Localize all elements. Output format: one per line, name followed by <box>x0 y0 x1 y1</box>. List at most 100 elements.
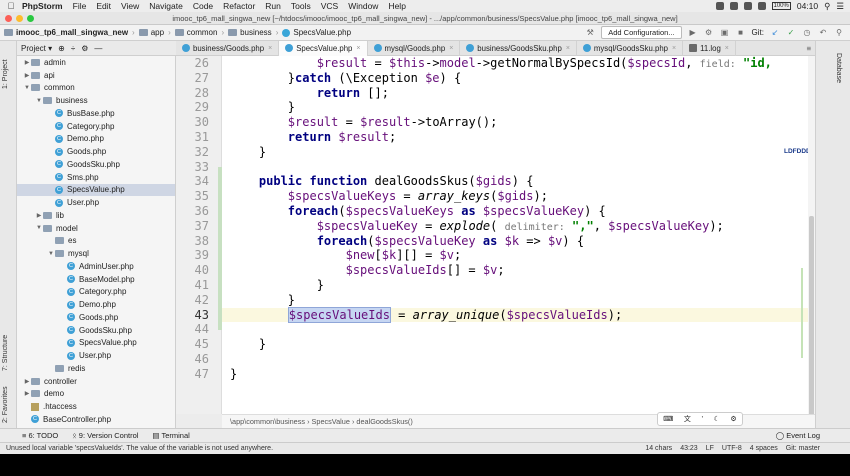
zoom-window-button[interactable] <box>27 15 34 22</box>
tree-file[interactable]: C SpecsValue.php <box>17 337 175 350</box>
debug-icon[interactable]: ⚙ <box>704 28 714 38</box>
tree-file[interactable]: C GoodsSku.php <box>17 324 175 337</box>
language-icon[interactable]: 文 <box>684 414 691 424</box>
tree-file[interactable]: C Sms.php <box>17 171 175 184</box>
menu-file[interactable]: File <box>73 1 87 11</box>
run-icon[interactable]: ▶ <box>688 28 698 38</box>
settings-gear-icon[interactable]: ⚙ <box>81 44 88 53</box>
tray-icon[interactable] <box>729 2 738 10</box>
history-icon[interactable]: ◷ <box>802 28 812 38</box>
expand-arrow-icon[interactable]: ▶ <box>35 212 43 219</box>
hammer-icon[interactable]: ⚒ <box>585 28 595 38</box>
tab-business-goods[interactable]: business/Goods.php × <box>176 40 280 56</box>
nav-crumb-file[interactable]: SpecsValue.php <box>278 28 355 37</box>
close-tab-icon[interactable]: × <box>449 45 453 52</box>
close-tab-icon[interactable]: × <box>725 45 729 52</box>
collapse-all-icon[interactable]: ÷ <box>71 44 75 53</box>
menu-view[interactable]: View <box>121 1 139 11</box>
tree-file[interactable]: C User.php <box>17 349 175 362</box>
menu-window[interactable]: Window <box>348 1 378 11</box>
tab-specsvalue[interactable]: SpecsValue.php × <box>279 40 368 56</box>
collapse-arrow-icon[interactable]: ▼ <box>35 98 43 104</box>
indent-setting[interactable]: 4 spaces <box>750 445 778 452</box>
menu-edit[interactable]: Edit <box>96 1 111 11</box>
line-separator[interactable]: LF <box>706 445 714 452</box>
nav-crumb-common[interactable]: common <box>171 28 222 37</box>
structure-tool-tab[interactable]: 7: Structure <box>2 335 9 371</box>
editor-scrollbar[interactable] <box>808 56 815 446</box>
tree-file[interactable]: C BusBase.php <box>17 107 175 120</box>
expand-arrow-icon[interactable]: ▶ <box>23 378 31 385</box>
update-icon[interactable]: ↙ <box>770 28 780 38</box>
close-tab-icon[interactable]: × <box>356 45 360 52</box>
event-log-button[interactable]: ◯ Event Log <box>776 431 820 440</box>
nav-crumb-app[interactable]: app <box>135 28 168 37</box>
tree-file[interactable]: C BaseController.php <box>17 413 175 426</box>
expand-arrow-icon[interactable]: ▶ <box>23 72 31 79</box>
tree-item-api[interactable]: ▶ api <box>17 69 175 82</box>
tree-item-demo[interactable]: ▶ demo <box>17 388 175 401</box>
revert-icon[interactable]: ↶ <box>818 28 828 38</box>
scrollbar-thumb[interactable] <box>809 216 814 446</box>
moon-icon[interactable]: ☾ <box>714 415 720 423</box>
nav-crumb-business[interactable]: business <box>224 28 276 37</box>
tree-file[interactable]: C Demo.php <box>17 298 175 311</box>
tree-file[interactable]: C Category.php <box>17 286 175 299</box>
menu-navigate[interactable]: Navigate <box>149 1 183 11</box>
minimize-window-button[interactable] <box>16 15 23 22</box>
tree-item-controller[interactable]: ▶ controller <box>17 375 175 388</box>
clock[interactable]: 04:10 <box>797 1 818 11</box>
caret-position[interactable]: 43:23 <box>680 445 698 452</box>
run-configuration-dropdown[interactable]: Add Configuration... <box>601 26 682 39</box>
tree-file[interactable]: C Demo.php <box>17 133 175 146</box>
close-tab-icon[interactable]: × <box>566 45 570 52</box>
settings-gear-icon[interactable]: ⚙ <box>730 415 736 423</box>
tab-log[interactable]: 11.log × <box>683 40 736 56</box>
project-tool-tab[interactable]: 1: Project <box>2 59 9 89</box>
tab-business-goodssku[interactable]: business/GoodsSku.php × <box>460 40 577 56</box>
tree-item-mysql[interactable]: ▼ mysql <box>17 247 175 260</box>
tree-file[interactable]: C User.php <box>17 196 175 209</box>
wifi-icon[interactable] <box>757 2 766 10</box>
tree-item-redis[interactable]: redis <box>17 362 175 375</box>
tree-item-model[interactable]: ▼ model <box>17 222 175 235</box>
tree-file[interactable]: C Goods.php <box>17 311 175 324</box>
commit-icon[interactable]: ✓ <box>786 28 796 38</box>
tree-file[interactable]: .htaccess <box>17 400 175 413</box>
tree-file[interactable]: C Goods.php <box>17 145 175 158</box>
collapse-arrow-icon[interactable]: ▼ <box>47 251 55 257</box>
tree-file[interactable]: C BaseModel.php <box>17 273 175 286</box>
menu-help[interactable]: Help <box>388 1 405 11</box>
tree-item-es[interactable]: es <box>17 235 175 248</box>
menu-run[interactable]: Run <box>265 1 281 11</box>
battery-indicator[interactable]: 100% <box>771 2 791 10</box>
apple-icon[interactable]:  <box>0 1 22 11</box>
tree-file-selected[interactable]: C SpecsValue.php <box>17 183 175 197</box>
tray-icon[interactable] <box>743 2 752 10</box>
tree-file[interactable]: C AdminUser.php <box>17 260 175 273</box>
git-branch[interactable]: Git: master <box>786 445 820 452</box>
expand-arrow-icon[interactable]: ▶ <box>23 59 31 66</box>
hide-panel-icon[interactable]: — <box>94 44 102 53</box>
file-encoding[interactable]: UTF-8 <box>722 445 742 452</box>
terminal-tool-button[interactable]: ▤ Terminal <box>152 431 189 440</box>
menu-refactor[interactable]: Refactor <box>223 1 255 11</box>
app-menu[interactable]: PhpStorm <box>22 1 63 11</box>
close-tab-icon[interactable]: × <box>672 45 676 52</box>
menu-tools[interactable]: Tools <box>291 1 311 11</box>
close-tab-icon[interactable]: × <box>268 45 272 52</box>
expand-arrow-icon[interactable]: ▶ <box>23 390 31 397</box>
status-message[interactable]: Unused local variable 'specsValueIds'. T… <box>6 445 273 452</box>
tree-item-lib[interactable]: ▶ lib <box>17 209 175 222</box>
collapse-arrow-icon[interactable]: ▼ <box>35 225 43 231</box>
todo-tool-button[interactable]: ≡ 6: TODO <box>22 431 58 440</box>
close-window-button[interactable] <box>5 15 12 22</box>
tabs-overflow-icon[interactable]: ≡ <box>806 44 815 53</box>
menu-code[interactable]: Code <box>193 1 213 11</box>
menu-list-icon[interactable]: ☰ <box>836 1 844 12</box>
collapse-arrow-icon[interactable]: ▼ <box>23 85 31 91</box>
tree-file[interactable]: C Category.php <box>17 120 175 133</box>
tree-item-business[interactable]: ▼ business <box>17 94 175 107</box>
tree-file[interactable]: C GoodsSku.php <box>17 158 175 171</box>
tray-icon[interactable] <box>715 2 724 10</box>
